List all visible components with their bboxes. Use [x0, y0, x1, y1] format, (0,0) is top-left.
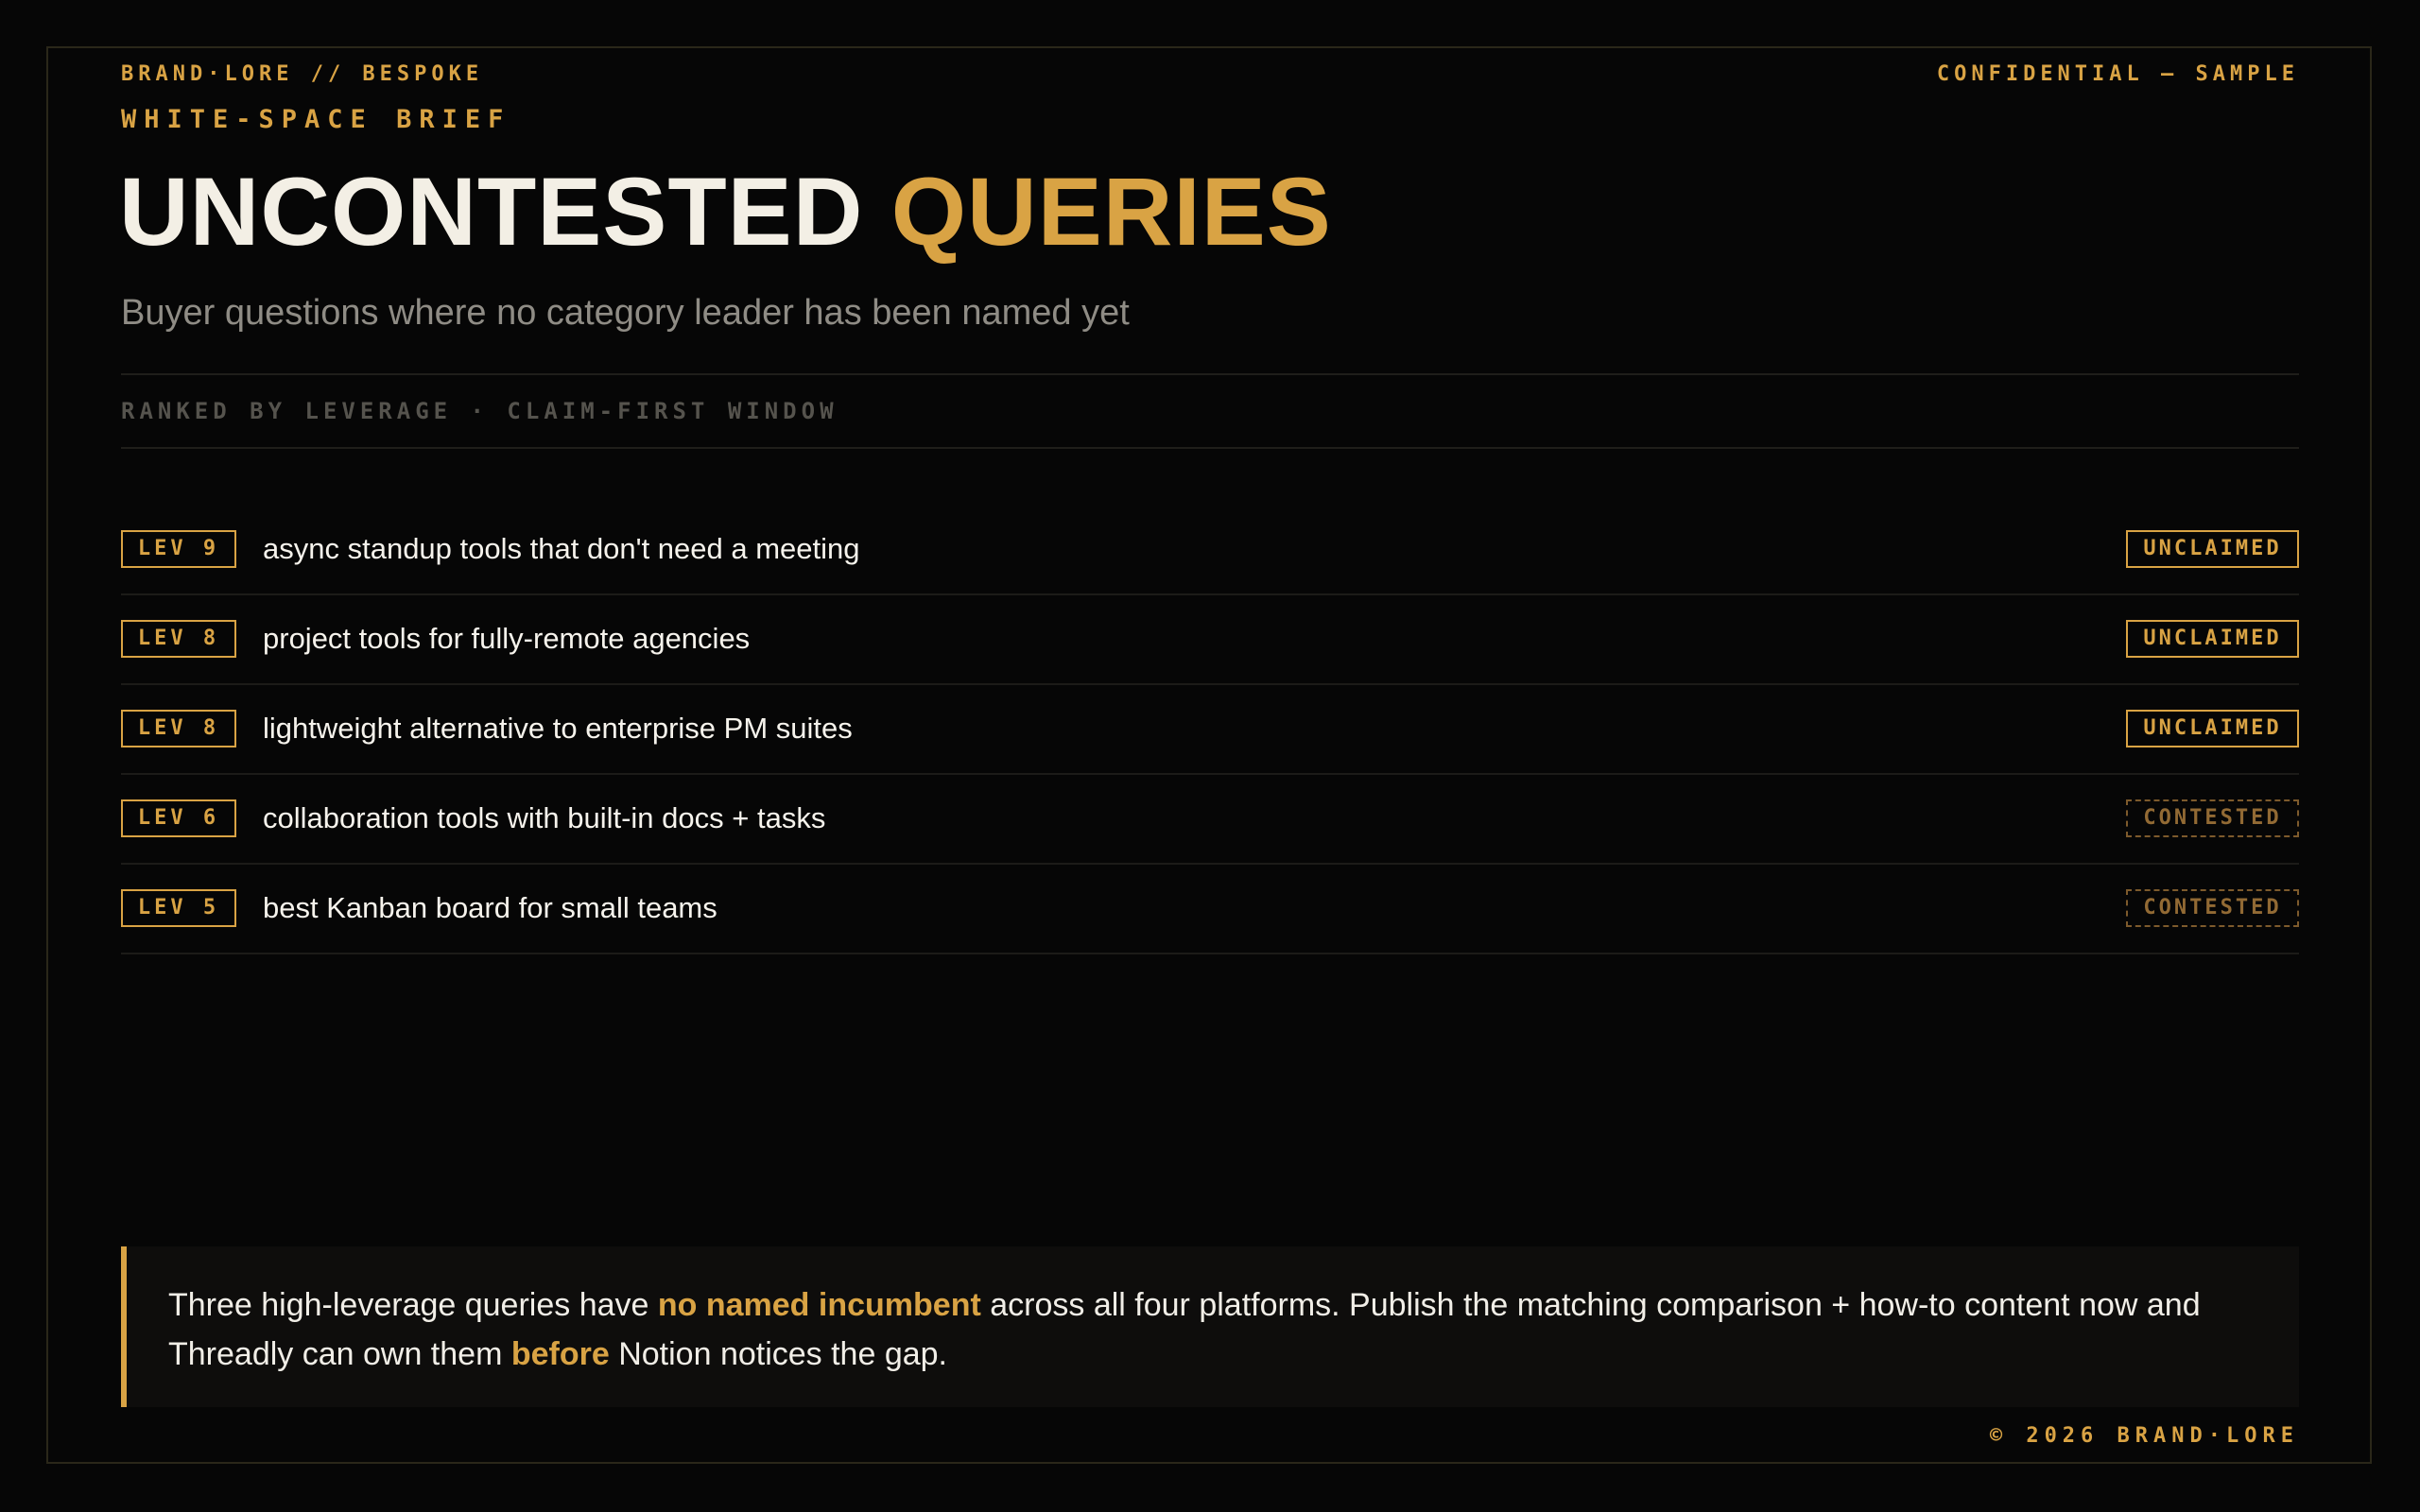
leverage-badge: LEV 8: [121, 620, 236, 658]
status-badge: UNCLAIMED: [2126, 530, 2299, 568]
confidential-label: CONFIDENTIAL — SAMPLE: [1936, 62, 2299, 86]
query-row: LEV 9 async standup tools that don't nee…: [121, 506, 2299, 595]
divider-bottom: [121, 447, 2299, 449]
leverage-badge: LEV 8: [121, 710, 236, 747]
status-badge: CONTESTED: [2126, 799, 2299, 837]
query-row: LEV 5 best Kanban board for small teams …: [121, 865, 2299, 954]
leverage-badge: LEV 5: [121, 889, 236, 927]
query-text: collaboration tools with built-in docs +…: [263, 801, 826, 834]
query-text: project tools for fully-remote agencies: [263, 622, 751, 655]
status-badge: UNCLAIMED: [2126, 710, 2299, 747]
callout-highlight: no named incumbent: [657, 1287, 981, 1323]
footer-copyright: © 2026 BRAND·LORE: [1989, 1424, 2299, 1448]
query-row: LEV 8 lightweight alternative to enterpr…: [121, 685, 2299, 775]
page-subtitle: Buyer questions where no category leader…: [121, 293, 1130, 333]
leverage-badge: LEV 9: [121, 530, 236, 568]
status-badge: UNCLAIMED: [2126, 620, 2299, 658]
title-part-white: UNCONTESTED: [119, 158, 864, 266]
leverage-badge: LEV 6: [121, 799, 236, 837]
title-part-gold: QUERIES: [890, 158, 1332, 266]
query-row: LEV 8 project tools for fully-remote age…: [121, 595, 2299, 685]
status-badge: CONTESTED: [2126, 889, 2299, 927]
query-list: LEV 9 async standup tools that don't nee…: [121, 506, 2299, 954]
query-text: async standup tools that don't need a me…: [263, 532, 860, 565]
divider-top: [121, 373, 2299, 375]
callout-highlight: before: [510, 1336, 610, 1372]
query-row: LEV 6 collaboration tools with built-in …: [121, 775, 2299, 865]
eyebrow-label: WHITE-SPACE BRIEF: [121, 105, 511, 134]
insight-callout: Three high-leverage queries have no name…: [121, 1246, 2299, 1407]
callout-text: Three high-leverage queries have: [168, 1287, 658, 1323]
brand-label: BRAND·LORE // BESPOKE: [121, 62, 484, 86]
page-title: UNCONTESTED QUERIES: [119, 159, 1332, 265]
callout-text: Notion notices the gap.: [609, 1336, 947, 1372]
query-text: lightweight alternative to enterprise PM…: [263, 712, 853, 745]
ranked-label: RANKED BY LEVERAGE · CLAIM-FIRST WINDOW: [121, 398, 838, 424]
query-text: best Kanban board for small teams: [263, 891, 717, 924]
